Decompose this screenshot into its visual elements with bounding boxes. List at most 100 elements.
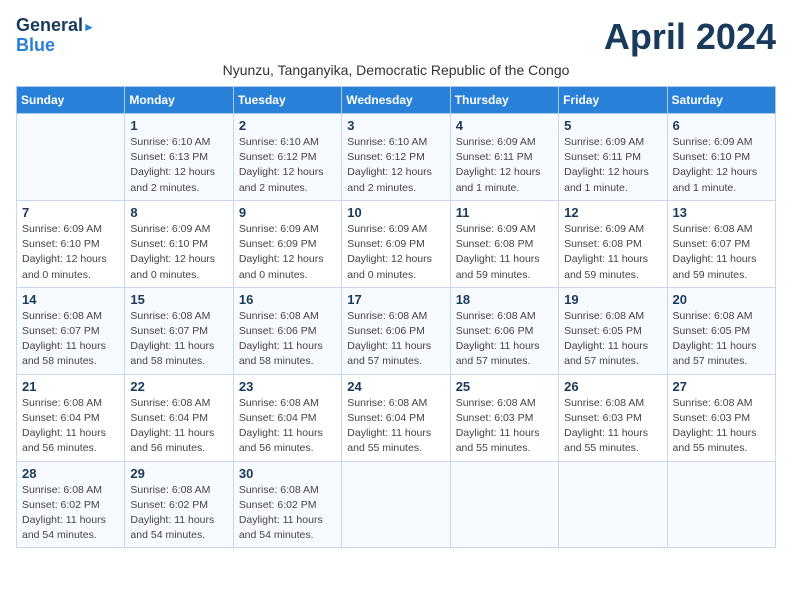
day-number: 1 — [130, 118, 227, 133]
day-number: 23 — [239, 379, 336, 394]
day-cell: 19Sunrise: 6:08 AMSunset: 6:05 PMDayligh… — [559, 287, 667, 374]
day-info: Sunrise: 6:10 AMSunset: 6:12 PMDaylight:… — [347, 135, 444, 196]
logo: General► Blue — [16, 16, 95, 56]
day-info: Sunrise: 6:08 AMSunset: 6:02 PMDaylight:… — [22, 483, 119, 544]
day-number: 14 — [22, 292, 119, 307]
day-cell: 20 Sunrise: 6:08 AMSunset: 6:05 PMDayligh… — [667, 287, 775, 374]
day-cell: 28 Sunrise: 6:08 AMSunset: 6:02 PMDayligh… — [17, 461, 125, 548]
day-info: Sunrise: 6:08 AMSunset: 6:04 PMDaylight:… — [130, 396, 227, 457]
day-number: 7 — [22, 205, 119, 220]
day-info: Sunrise: 6:08 AMSunset: 6:06 PMDaylight:… — [347, 309, 444, 370]
day-cell: 8 Sunrise: 6:09 AMSunset: 6:10 PMDaylight… — [125, 200, 233, 287]
day-cell — [450, 461, 558, 548]
week-row-3: 14 Sunrise: 6:08 AMSunset: 6:07 PMDayligh… — [17, 287, 776, 374]
day-cell: 18 Sunrise: 6:08 AMSunset: 6:06 PMDayligh… — [450, 287, 558, 374]
day-cell: 16 Sunrise: 6:08 AMSunset: 6:06 PMDayligh… — [233, 287, 341, 374]
day-info: Sunrise: 6:09 AMSunset: 6:10 PMDaylight:… — [130, 222, 227, 283]
day-info: Sunrise: 6:08 AMSunset: 6:03 PMDaylight:… — [673, 396, 770, 457]
day-cell: 23 Sunrise: 6:08 AMSunset: 6:04 PMDayligh… — [233, 374, 341, 461]
day-cell: 3 Sunrise: 6:10 AMSunset: 6:12 PMDaylight… — [342, 114, 450, 201]
col-header-friday: Friday — [559, 87, 667, 114]
day-cell: 29Sunrise: 6:08 AMSunset: 6:02 PMDayligh… — [125, 461, 233, 548]
col-header-saturday: Saturday — [667, 87, 775, 114]
page-header: General► Blue April 2024 — [16, 16, 776, 58]
day-cell — [342, 461, 450, 548]
col-header-monday: Monday — [125, 87, 233, 114]
day-number: 15 — [130, 292, 227, 307]
month-title: April 2024 — [604, 16, 776, 58]
day-number: 9 — [239, 205, 336, 220]
day-info: Sunrise: 6:08 AMSunset: 6:07 PMDaylight:… — [22, 309, 119, 370]
day-number: 10 — [347, 205, 444, 220]
logo-top: General► — [16, 16, 95, 36]
day-number: 27 — [673, 379, 770, 394]
day-number: 20 — [673, 292, 770, 307]
day-cell: 7Sunrise: 6:09 AMSunset: 6:10 PMDaylight… — [17, 200, 125, 287]
day-info: Sunrise: 6:08 AMSunset: 6:04 PMDaylight:… — [347, 396, 444, 457]
day-info: Sunrise: 6:08 AMSunset: 6:04 PMDaylight:… — [239, 396, 336, 457]
day-info: Sunrise: 6:10 AMSunset: 6:13 PMDaylight:… — [130, 135, 227, 196]
header-row: SundayMondayTuesdayWednesdayThursdayFrid… — [17, 87, 776, 114]
day-info: Sunrise: 6:08 AMSunset: 6:06 PMDaylight:… — [239, 309, 336, 370]
day-number: 26 — [564, 379, 661, 394]
logo-arrow-icon: ► — [83, 20, 95, 34]
day-number: 3 — [347, 118, 444, 133]
day-number: 30 — [239, 466, 336, 481]
day-number: 29 — [130, 466, 227, 481]
day-number: 2 — [239, 118, 336, 133]
day-number: 18 — [456, 292, 553, 307]
day-info: Sunrise: 6:08 AMSunset: 6:05 PMDaylight:… — [673, 309, 770, 370]
day-cell: 10 Sunrise: 6:09 AMSunset: 6:09 PMDayligh… — [342, 200, 450, 287]
week-row-4: 21 Sunrise: 6:08 AMSunset: 6:04 PMDayligh… — [17, 374, 776, 461]
day-info: Sunrise: 6:09 AMSunset: 6:11 PMDaylight:… — [456, 135, 553, 196]
logo-blue-text: Blue — [16, 36, 55, 56]
day-info: Sunrise: 6:08 AMSunset: 6:05 PMDaylight:… — [564, 309, 661, 370]
week-row-2: 7 Sunrise: 6:09 AMSunset: 6:10 PMDaylight… — [17, 200, 776, 287]
day-info: Sunrise: 6:10 AMSunset: 6:12 PMDaylight:… — [239, 135, 336, 196]
day-number: 16 — [239, 292, 336, 307]
day-number: 24 — [347, 379, 444, 394]
day-info: Sunrise: 6:08 AMSunset: 6:03 PMDaylight:… — [456, 396, 553, 457]
day-cell: 15Sunrise: 6:08 AMSunset: 6:07 PMDayligh… — [125, 287, 233, 374]
day-number: 5 — [564, 118, 661, 133]
day-info: Sunrise: 6:09 AMSunset: 6:09 PMDaylight:… — [239, 222, 336, 283]
day-cell: 2 Sunrise: 6:10 AMSunset: 6:12 PMDaylight… — [233, 114, 341, 201]
day-cell: 25 Sunrise: 6:08 AMSunset: 6:03 PMDayligh… — [450, 374, 558, 461]
day-cell: 22Sunrise: 6:08 AMSunset: 6:04 PMDayligh… — [125, 374, 233, 461]
day-number: 12 — [564, 205, 661, 220]
col-header-wednesday: Wednesday — [342, 87, 450, 114]
day-info: Sunrise: 6:09 AMSunset: 6:11 PMDaylight:… — [564, 135, 661, 196]
day-number: 28 — [22, 466, 119, 481]
day-info: Sunrise: 6:09 AMSunset: 6:08 PMDaylight:… — [456, 222, 553, 283]
day-cell: 5 Sunrise: 6:09 AMSunset: 6:11 PMDaylight… — [559, 114, 667, 201]
day-number: 25 — [456, 379, 553, 394]
day-info: Sunrise: 6:08 AMSunset: 6:02 PMDaylight:… — [239, 483, 336, 544]
day-info: Sunrise: 6:09 AMSunset: 6:09 PMDaylight:… — [347, 222, 444, 283]
day-cell — [559, 461, 667, 548]
day-info: Sunrise: 6:08 AMSunset: 6:07 PMDaylight:… — [673, 222, 770, 283]
day-info: Sunrise: 6:09 AMSunset: 6:08 PMDaylight:… — [564, 222, 661, 283]
day-number: 8 — [130, 205, 227, 220]
day-number: 17 — [347, 292, 444, 307]
day-cell: 1 Sunrise: 6:10 AMSunset: 6:13 PMDaylight… — [125, 114, 233, 201]
day-cell: 4Sunrise: 6:09 AMSunset: 6:11 PMDaylight… — [450, 114, 558, 201]
col-header-tuesday: Tuesday — [233, 87, 341, 114]
day-info: Sunrise: 6:08 AMSunset: 6:06 PMDaylight:… — [456, 309, 553, 370]
subtitle: Nyunzu, Tanganyika, Democratic Republic … — [16, 62, 776, 78]
day-number: 11 — [456, 205, 553, 220]
day-cell: 17 Sunrise: 6:08 AMSunset: 6:06 PMDayligh… — [342, 287, 450, 374]
day-cell: 13Sunrise: 6:08 AMSunset: 6:07 PMDayligh… — [667, 200, 775, 287]
day-info: Sunrise: 6:08 AMSunset: 6:03 PMDaylight:… — [564, 396, 661, 457]
week-row-1: 1 Sunrise: 6:10 AMSunset: 6:13 PMDaylight… — [17, 114, 776, 201]
day-cell: 11 Sunrise: 6:09 AMSunset: 6:08 PMDayligh… — [450, 200, 558, 287]
logo-general: General — [16, 15, 83, 35]
calendar-table: SundayMondayTuesdayWednesdayThursdayFrid… — [16, 86, 776, 548]
day-cell — [17, 114, 125, 201]
day-cell: 12 Sunrise: 6:09 AMSunset: 6:08 PMDayligh… — [559, 200, 667, 287]
day-cell: 14 Sunrise: 6:08 AMSunset: 6:07 PMDayligh… — [17, 287, 125, 374]
day-cell: 24 Sunrise: 6:08 AMSunset: 6:04 PMDayligh… — [342, 374, 450, 461]
calendar-header: SundayMondayTuesdayWednesdayThursdayFrid… — [17, 87, 776, 114]
day-number: 6 — [673, 118, 770, 133]
day-number: 21 — [22, 379, 119, 394]
day-cell — [667, 461, 775, 548]
